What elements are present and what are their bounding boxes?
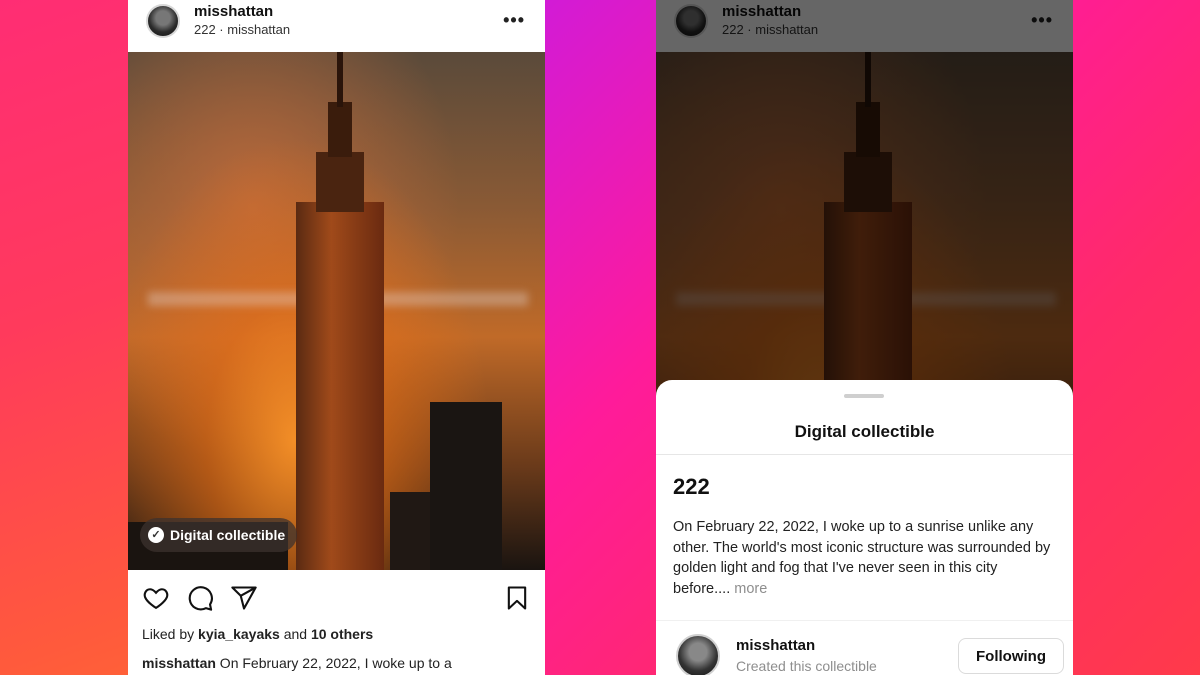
divider bbox=[656, 454, 1073, 455]
collectible-name: 222 bbox=[673, 474, 710, 499]
heart-icon[interactable] bbox=[142, 584, 170, 612]
liked-by-user[interactable]: kyia_kayaks bbox=[198, 626, 280, 642]
instagram-post-screen: misshattan 222 · misshattan ••• ✓ Digita… bbox=[128, 0, 545, 675]
following-button[interactable]: Following bbox=[958, 638, 1064, 674]
post-username[interactable]: misshattan bbox=[194, 3, 273, 20]
post-header: misshattan 222 · misshattan ••• bbox=[128, 0, 545, 52]
divider bbox=[656, 620, 1073, 621]
creator-role: Created this collectible bbox=[736, 658, 877, 674]
bottom-sheet: Digital collectible 222 On February 22, … bbox=[656, 380, 1073, 675]
creator-avatar[interactable] bbox=[676, 634, 720, 675]
photo-tower-body bbox=[296, 202, 384, 570]
collectible-sheet-screen: misshattan 222 · misshattan ••• Digital … bbox=[656, 0, 1073, 675]
creator-name[interactable]: misshattan bbox=[736, 637, 815, 654]
photo-tower-top bbox=[328, 102, 352, 157]
post-photo[interactable]: ✓ Digital collectible bbox=[128, 52, 545, 570]
more-horizontal-icon[interactable]: ••• bbox=[503, 10, 525, 31]
comment-icon[interactable] bbox=[186, 584, 214, 612]
photo-building-small bbox=[390, 492, 434, 570]
check-circle-icon: ✓ bbox=[148, 527, 164, 543]
photo-tower-mid bbox=[316, 152, 364, 212]
badge-label: Digital collectible bbox=[170, 527, 286, 543]
sheet-title: Digital collectible bbox=[794, 422, 935, 441]
caption-text: On February 22, 2022, I woke up to a bbox=[215, 655, 452, 671]
avatar[interactable] bbox=[146, 4, 180, 38]
photo-building-right bbox=[430, 402, 502, 570]
share-icon[interactable] bbox=[230, 584, 258, 612]
post-actions bbox=[128, 570, 545, 626]
caption-username[interactable]: misshattan bbox=[142, 655, 216, 671]
drag-handle[interactable] bbox=[844, 394, 884, 398]
digital-collectible-badge[interactable]: ✓ Digital collectible bbox=[140, 518, 298, 552]
collectible-description: On February 22, 2022, I woke up to a sun… bbox=[673, 517, 1053, 599]
likes-others[interactable]: 10 others bbox=[311, 626, 373, 642]
post-subline[interactable]: 222 · misshattan bbox=[194, 22, 290, 37]
likes-and: and bbox=[279, 626, 311, 642]
more-link[interactable]: more bbox=[730, 581, 767, 597]
bookmark-icon[interactable] bbox=[503, 584, 531, 612]
photo-tower-spire bbox=[337, 52, 343, 107]
likes-line[interactable]: Liked by kyia_kayaks and 10 others bbox=[142, 626, 373, 642]
likes-prefix: Liked by bbox=[142, 626, 199, 642]
post-caption: misshattan On February 22, 2022, I woke … bbox=[142, 655, 452, 671]
